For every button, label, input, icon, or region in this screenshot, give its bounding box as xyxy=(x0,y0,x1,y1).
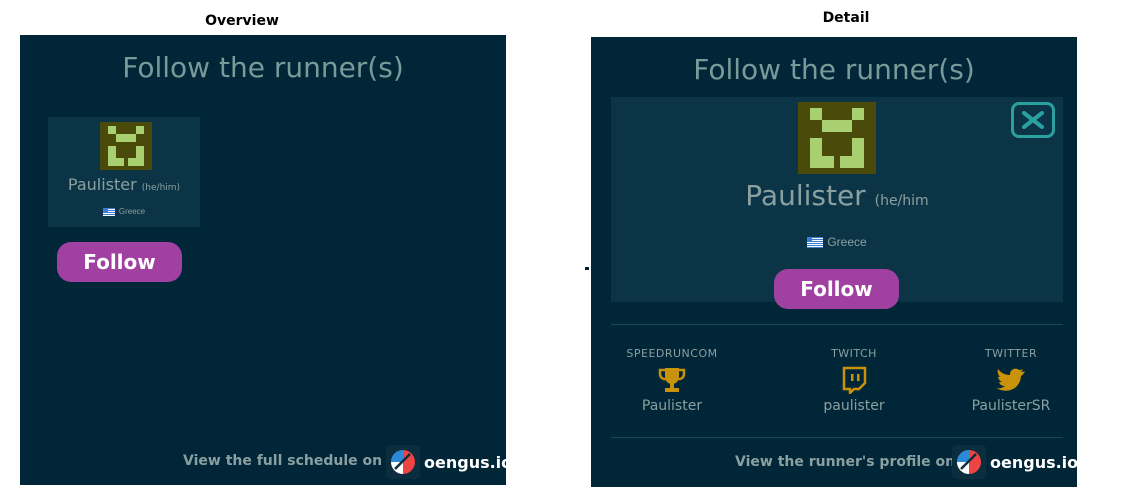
social-value: PaulisterSR xyxy=(971,398,1051,414)
social-label: TWITCH xyxy=(831,347,877,360)
oengus-link[interactable]: oengus.io xyxy=(990,453,1077,472)
runner-country: Greece xyxy=(48,207,200,216)
social-label: TWITTER xyxy=(984,347,1038,360)
stray-mark xyxy=(585,267,589,270)
social-label: SPEEDRUNCOM xyxy=(626,347,718,360)
footer-text: View the full schedule on xyxy=(183,453,383,469)
runner-name: Paulister (he/him) xyxy=(48,175,200,194)
social-twitch[interactable]: TWITCH paulister xyxy=(784,347,924,414)
runner-name: Paulister (he/him xyxy=(611,179,1063,212)
social-bottom-divider xyxy=(611,437,1063,438)
social-twitter[interactable]: TWITTER PaulisterSR xyxy=(941,347,1077,414)
runner-card[interactable]: Paulister (he/him) Greece xyxy=(48,117,200,227)
follow-button[interactable]: Follow xyxy=(57,242,182,282)
overview-title: Follow the runner(s) xyxy=(122,51,404,84)
greece-flag-icon xyxy=(102,207,115,216)
follow-button[interactable]: Follow xyxy=(774,269,899,309)
runner-name-text: Paulister xyxy=(67,175,137,194)
overview-caption: Overview xyxy=(205,13,279,29)
runner-country: Greece xyxy=(611,235,1063,249)
twitch-icon xyxy=(842,366,867,394)
twitter-icon xyxy=(996,368,1025,391)
oengus-link[interactable]: oengus.io xyxy=(424,453,506,472)
oengus-logo-icon[interactable] xyxy=(386,445,420,479)
detail-caption: Detail xyxy=(822,10,870,26)
close-icon xyxy=(1022,111,1044,129)
runner-avatar xyxy=(798,102,876,174)
runner-country-text: Greece xyxy=(118,207,146,216)
social-speedruncom[interactable]: SPEEDRUNCOM Paulister xyxy=(602,347,742,414)
social-value: paulister xyxy=(823,398,885,414)
overview-panel: Follow the runner(s) Paulister (he/him) … xyxy=(20,35,506,485)
runner-name-text: Paulister xyxy=(745,179,866,212)
greece-flag-icon xyxy=(807,236,824,248)
runner-country-text: Greece xyxy=(827,235,867,249)
social-top-divider xyxy=(611,324,1063,325)
runner-pronouns: (he/him) xyxy=(141,183,181,193)
detail-panel: Follow the runner(s) Paulister (he/him G… xyxy=(591,37,1077,487)
runner-avatar xyxy=(100,122,152,170)
detail-title: Follow the runner(s) xyxy=(693,53,975,86)
social-value: Paulister xyxy=(641,398,703,414)
trophy-icon xyxy=(658,368,686,392)
oengus-logo-icon[interactable] xyxy=(952,445,986,479)
footer-text: View the runner's profile on xyxy=(735,454,956,470)
close-button[interactable] xyxy=(1011,102,1055,138)
runner-pronouns: (he/him xyxy=(874,193,929,209)
